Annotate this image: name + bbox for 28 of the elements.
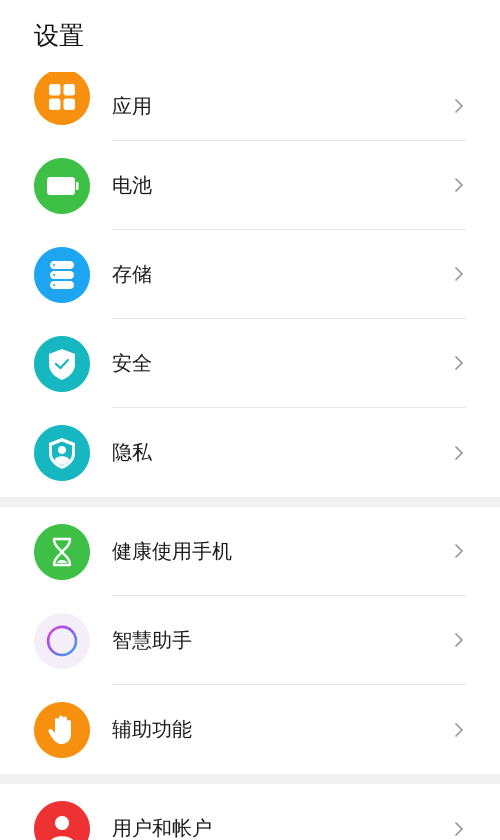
chevron-icon [454, 177, 464, 193]
settings-item[interactable]: 辅助功能 [0, 685, 500, 774]
item-label: 存储 [112, 260, 152, 288]
chevron-icon [454, 355, 464, 371]
item-label: 健康使用手机 [112, 538, 232, 564]
chevron-icon [454, 820, 464, 836]
settings-item[interactable]: 健康使用手机 [0, 507, 500, 596]
settings-item[interactable]: 安全 [0, 319, 500, 408]
chevron-icon [454, 543, 464, 559]
settings-item[interactable]: 隐私 [0, 408, 500, 497]
item-label: 辅助功能 [112, 716, 192, 743]
item-label: 电池 [112, 172, 152, 198]
item-label: 智慧助手 [112, 626, 192, 654]
chevron-icon [454, 266, 464, 282]
settings-item[interactable]: 电池 [0, 141, 500, 230]
chevron-icon [454, 444, 464, 460]
item-label: 应用 [112, 92, 152, 120]
chevron-icon [454, 722, 464, 738]
settings-item[interactable]: 应用 [0, 72, 500, 141]
settings-item[interactable]: 存储 [0, 230, 500, 319]
settings-item[interactable]: 用户和帐户 [0, 784, 500, 840]
page-title: 设置 [34, 20, 84, 52]
item-label: 安全 [112, 350, 152, 376]
chevron-icon [454, 632, 464, 648]
item-label: 隐私 [112, 439, 152, 466]
chevron-icon [454, 98, 464, 114]
item-label: 用户和帐户 [112, 815, 212, 840]
settings-item[interactable]: 智慧助手 [0, 596, 500, 685]
